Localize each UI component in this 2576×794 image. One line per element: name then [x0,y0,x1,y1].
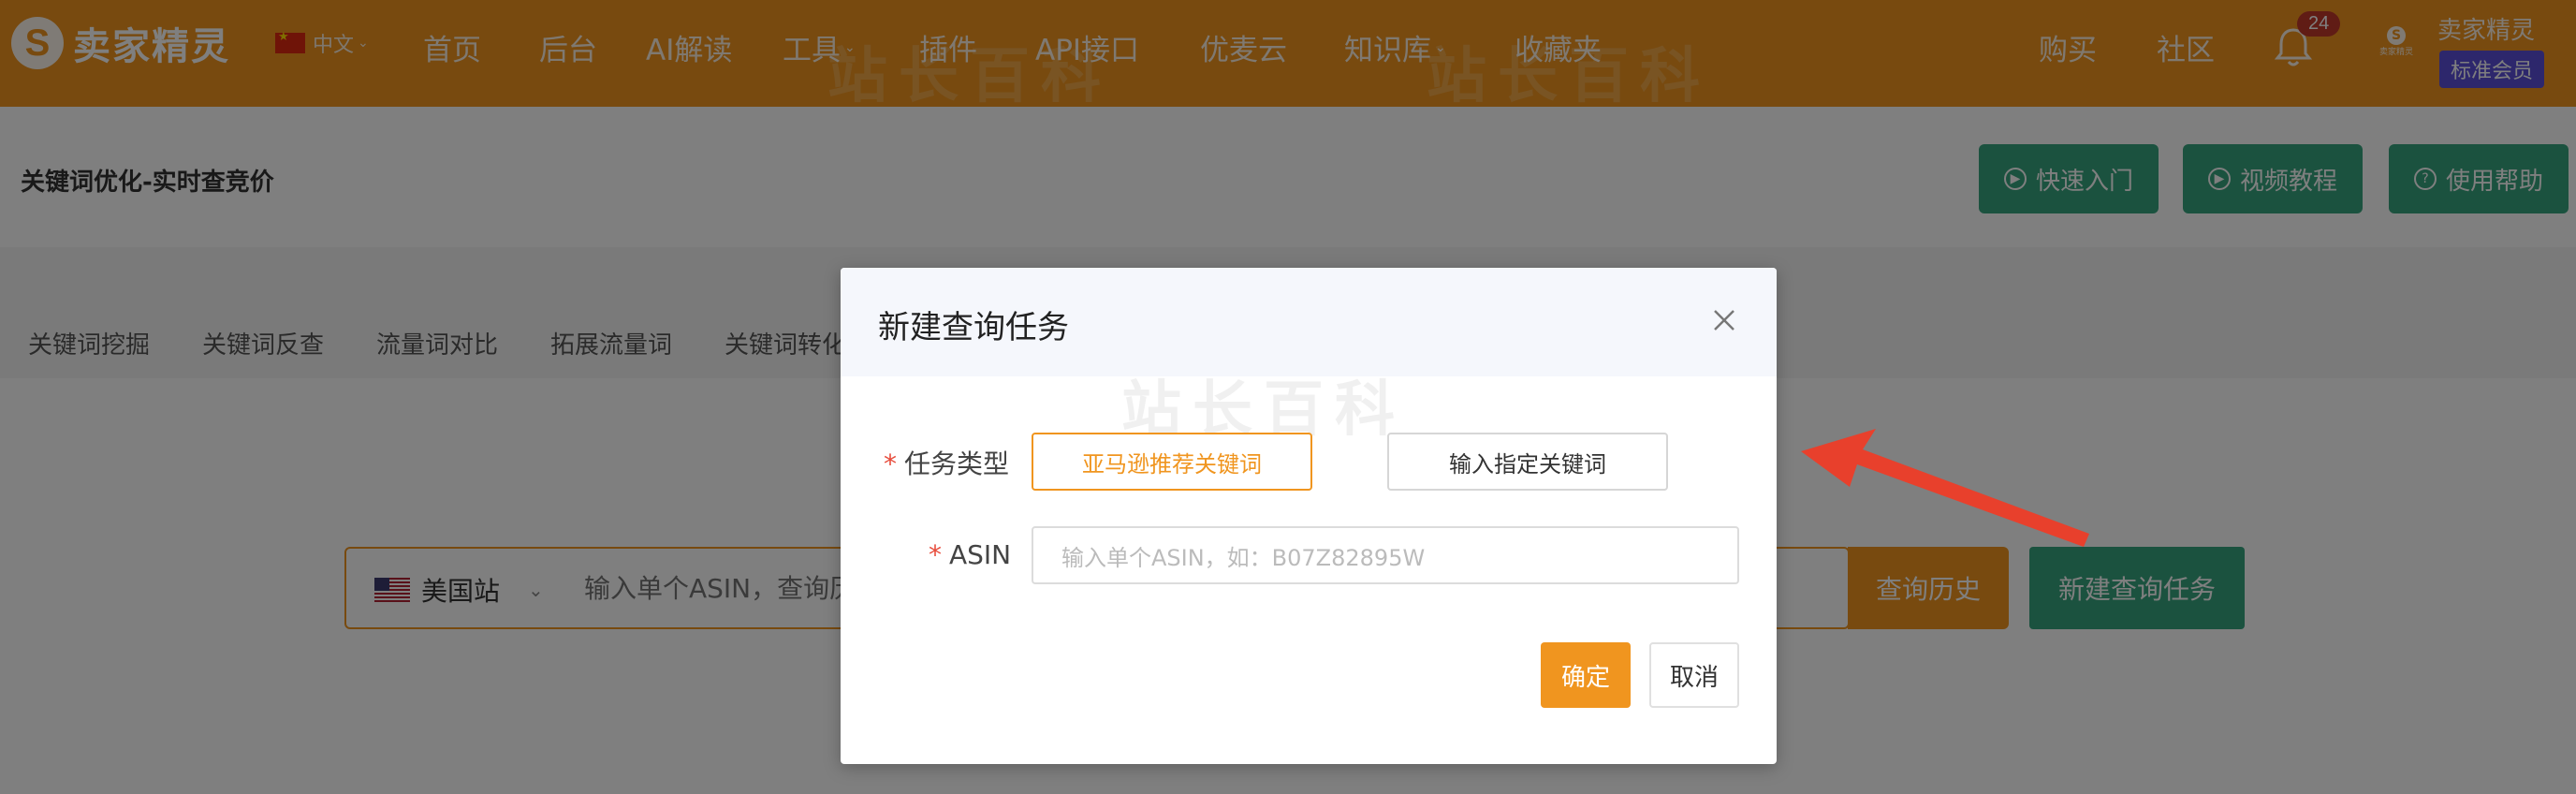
required-mark: * [929,539,942,570]
annotation-arrow-icon [1801,429,2089,547]
dialog-title: 新建查询任务 [878,309,1069,346]
asin-input[interactable]: 输入单个ASIN，如：B07Z82895W [1032,526,1739,584]
task-type-label: * 任务类型 [884,448,1010,479]
required-mark: * [884,448,897,479]
option-specified-keywords[interactable]: 输入指定关键词 [1387,433,1668,491]
new-task-dialog: 新建查询任务 站长百科 * 任务类型 亚马逊推荐关键词 输入指定关键词 * ASIN… [841,268,1777,764]
asin-label: * ASIN [929,539,1012,570]
cancel-button[interactable]: 取消 [1649,642,1739,708]
close-icon[interactable] [1707,303,1741,337]
dialog-header: 新建查询任务 [841,268,1777,376]
option-amazon-recommended-keywords[interactable]: 亚马逊推荐关键词 [1032,433,1312,491]
confirm-button[interactable]: 确定 [1541,642,1631,708]
